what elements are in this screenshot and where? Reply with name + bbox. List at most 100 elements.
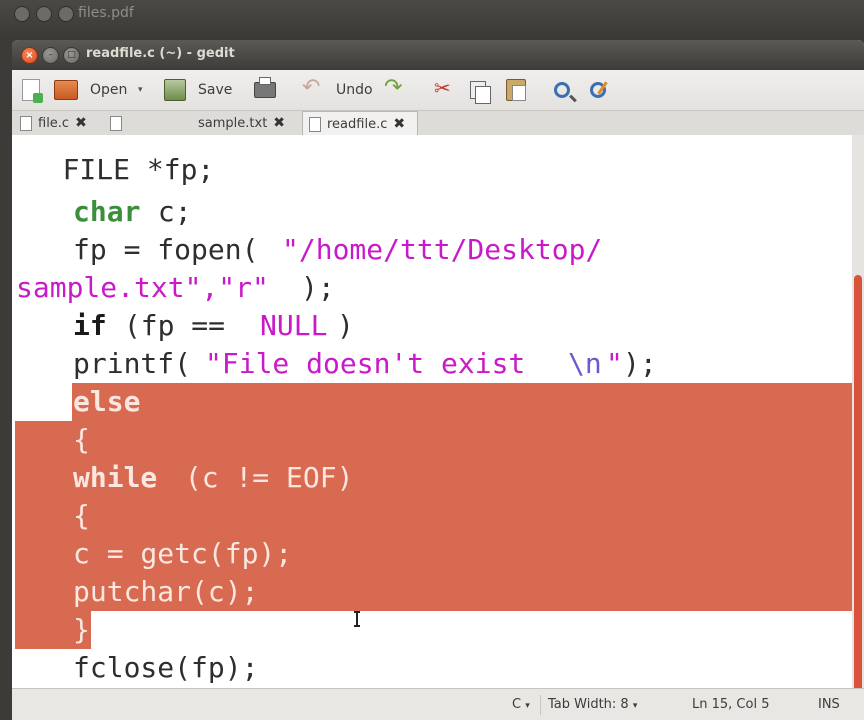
- document-icon: [110, 115, 122, 131]
- language-selector[interactable]: C ▾: [512, 697, 530, 712]
- cursor-position: Ln 15, Col 5: [692, 697, 770, 712]
- code-line: FILE *fp;: [12, 153, 852, 193]
- status-bar: C ▾ Tab Width: 8 ▾ Ln 15, Col 5 INS: [12, 688, 864, 720]
- replace-button[interactable]: [590, 76, 606, 104]
- code-text: c = getc(fp);: [73, 537, 293, 570]
- close-icon[interactable]: ✖: [393, 116, 405, 132]
- print-icon: [254, 77, 276, 98]
- code-line: putchar(c);: [12, 573, 852, 611]
- toolbar: Open ▾ Save Undo: [12, 70, 864, 111]
- tab-label: file.c: [38, 115, 70, 131]
- code-line: }: [12, 611, 852, 649]
- tab-width-selector[interactable]: Tab Width: 8 ▾: [548, 697, 637, 712]
- text-cursor-icon: [354, 611, 360, 627]
- scrollbar-thumb[interactable]: [854, 275, 862, 695]
- new-document-icon: [22, 79, 43, 103]
- code-text: c;: [141, 195, 192, 228]
- code-string: sample.txt","r": [16, 271, 269, 304]
- bg-minimize-button[interactable]: [36, 6, 52, 22]
- divider: [540, 695, 541, 715]
- code-line: c = getc(fp);: [12, 535, 852, 573]
- code-text: putchar(c);: [73, 575, 259, 608]
- open-dropdown-button[interactable]: ▾: [138, 76, 143, 104]
- code-text: printf(: [73, 347, 192, 380]
- code-line: while (c != EOF): [12, 459, 852, 497]
- code-line: sample.txt","r");: [12, 269, 852, 307]
- background-window-title: files.pdf: [78, 5, 134, 21]
- close-icon[interactable]: ✖: [273, 115, 285, 131]
- code-line: if (fp == NULL): [12, 307, 852, 345]
- copy-button[interactable]: [470, 76, 491, 104]
- save-button[interactable]: Save: [164, 76, 232, 104]
- bg-close-button[interactable]: [14, 6, 30, 22]
- code-keyword: if: [73, 309, 107, 342]
- language-label: C: [512, 697, 522, 712]
- tab-label: readfile.c: [327, 116, 388, 132]
- save-label: Save: [198, 82, 233, 98]
- close-button[interactable]: ×: [21, 47, 38, 64]
- undo-label: Undo: [336, 82, 373, 98]
- new-button[interactable]: [22, 76, 43, 104]
- undo-button[interactable]: Undo: [302, 75, 373, 104]
- tab-readfile-c[interactable]: readfile.c ✖: [302, 111, 418, 136]
- code-text: }: [73, 613, 90, 646]
- titlebar: × – □ readfile.c (~) - gedit: [12, 40, 864, 70]
- code-text: );: [301, 271, 335, 304]
- code-line: fp = fopen( "/home/ttt/Desktop/: [12, 231, 852, 269]
- code-line: {: [12, 421, 852, 459]
- code-text: {: [73, 499, 90, 532]
- gedit-window: × – □ readfile.c (~) - gedit Open ▾ Save…: [12, 40, 864, 720]
- code-text: fclose(fp);: [73, 651, 259, 684]
- chevron-down-icon: ▾: [138, 85, 143, 95]
- window-title: readfile.c (~) - gedit: [86, 46, 235, 61]
- cut-icon: [432, 76, 454, 101]
- redo-button[interactable]: [384, 75, 404, 104]
- maximize-button[interactable]: □: [63, 47, 80, 64]
- background-window-titlebar: files.pdf: [0, 0, 864, 40]
- bg-maximize-button[interactable]: [58, 6, 74, 22]
- code-text: (c != EOF): [168, 461, 354, 494]
- code-keyword: while: [73, 461, 158, 494]
- code-string: "File doesn't exist: [205, 347, 526, 380]
- find-button[interactable]: [554, 76, 570, 104]
- minimize-button[interactable]: –: [42, 47, 59, 64]
- vertical-scrollbar[interactable]: [852, 135, 864, 695]
- tab-label: sample.txt: [198, 115, 268, 131]
- redo-icon: [384, 75, 404, 100]
- tab-bar: file.c ✖ sample.txt ✖ readfile.c ✖: [12, 111, 864, 136]
- tab-sample-txt[interactable]: sample.txt ✖: [104, 111, 300, 135]
- insert-mode: INS: [818, 697, 840, 712]
- code-string: "/home/ttt/Desktop/: [282, 233, 603, 266]
- document-icon: [20, 115, 32, 131]
- code-line: char c;: [12, 193, 852, 231]
- code-string: ": [606, 347, 623, 380]
- code-text: );: [623, 347, 657, 380]
- code-line: else: [12, 383, 852, 421]
- search-icon: [554, 82, 570, 98]
- print-button[interactable]: [254, 76, 276, 104]
- tab-file-c[interactable]: file.c ✖: [14, 111, 100, 135]
- folder-open-icon: [54, 80, 78, 100]
- code-line: printf( "File doesn't exist \n ");: [12, 345, 852, 383]
- paste-button[interactable]: [506, 76, 526, 104]
- find-replace-icon: [590, 82, 606, 98]
- cut-button[interactable]: [432, 76, 454, 104]
- code-line: {: [12, 497, 852, 535]
- open-button[interactable]: Open: [54, 76, 127, 104]
- undo-icon: [302, 75, 322, 100]
- code-text: ): [337, 309, 354, 342]
- code-escape: \n: [568, 347, 602, 380]
- code-keyword: else: [73, 385, 141, 418]
- code-text: FILE *fp;: [12, 153, 215, 186]
- code-constant: NULL: [260, 309, 328, 342]
- code-text: fp = fopen(: [73, 233, 259, 266]
- code-line: fclose(fp);: [12, 649, 852, 687]
- paste-icon: [506, 79, 526, 101]
- open-label: Open: [90, 82, 128, 98]
- chevron-down-icon: ▾: [632, 701, 638, 711]
- code-keyword: char: [73, 195, 141, 228]
- close-icon[interactable]: ✖: [75, 115, 87, 131]
- save-icon: [164, 79, 186, 101]
- code-editor[interactable]: FILE *fp; char c; fp = fopen( "/home/ttt/…: [12, 135, 852, 688]
- tab-width-label: Tab Width: 8: [548, 697, 629, 712]
